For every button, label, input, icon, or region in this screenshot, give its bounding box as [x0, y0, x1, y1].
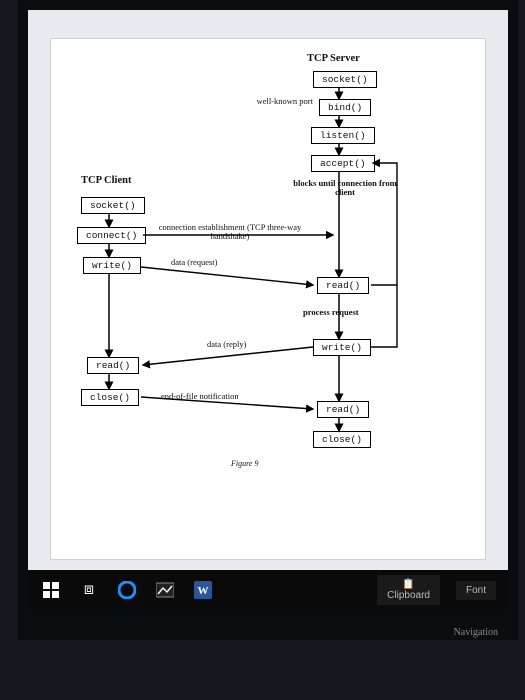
annot-data-req: data (request) [171, 257, 218, 267]
annot-process: process request [303, 307, 359, 317]
annot-blocks: blocks until connection from client [285, 179, 405, 198]
desktop-screen: TCP Server TCP Client socket() bind() li… [28, 10, 508, 570]
annot-wellknown: well-known port [255, 97, 313, 106]
edge-icon[interactable] [116, 579, 138, 601]
box-server-write: write() [313, 339, 371, 356]
windows-start-icon[interactable] [40, 579, 62, 601]
box-client-close: close() [81, 389, 139, 406]
svg-text:W: W [198, 585, 209, 597]
clipboard-icon: 📋 [402, 579, 414, 590]
box-client-write: write() [83, 257, 141, 274]
box-server-bind: bind() [319, 99, 371, 116]
tcp-server-title: TCP Server [307, 53, 360, 64]
navigation-label: Navigation [454, 627, 498, 638]
box-client-socket: socket() [81, 197, 145, 214]
annot-data-reply: data (reply) [207, 339, 246, 349]
monitor-bezel: TCP Server TCP Client socket() bind() li… [18, 0, 518, 640]
figure-caption: Figure 9 [231, 459, 258, 468]
word-icon[interactable]: W [192, 579, 214, 601]
document-page: TCP Server TCP Client socket() bind() li… [50, 38, 486, 560]
box-client-connect: connect() [77, 227, 146, 244]
box-server-accept: accept() [311, 155, 375, 172]
annot-eof: end-of-file notification [161, 391, 239, 401]
flow-arrows [51, 39, 485, 559]
box-server-close: close() [313, 431, 371, 448]
clipboard-label: Clipboard [387, 590, 430, 601]
box-server-listen: listen() [311, 127, 375, 144]
image-app-icon[interactable] [154, 579, 176, 601]
box-server-read2: read() [317, 401, 369, 418]
font-label: Font [466, 585, 486, 596]
box-server-socket: socket() [313, 71, 377, 88]
taskbar[interactable]: ⧈ W 📋 Clipboard Font [28, 570, 508, 610]
ribbon-clipboard-group[interactable]: 📋 Clipboard [377, 575, 440, 605]
box-client-read: read() [87, 357, 139, 374]
box-server-read1: read() [317, 277, 369, 294]
tcp-client-title: TCP Client [81, 175, 131, 186]
annot-conn-est: connection establishment (TCP three-way … [155, 223, 305, 242]
ribbon-font-group[interactable]: Font [456, 581, 496, 600]
dropbox-icon[interactable]: ⧈ [78, 579, 100, 601]
